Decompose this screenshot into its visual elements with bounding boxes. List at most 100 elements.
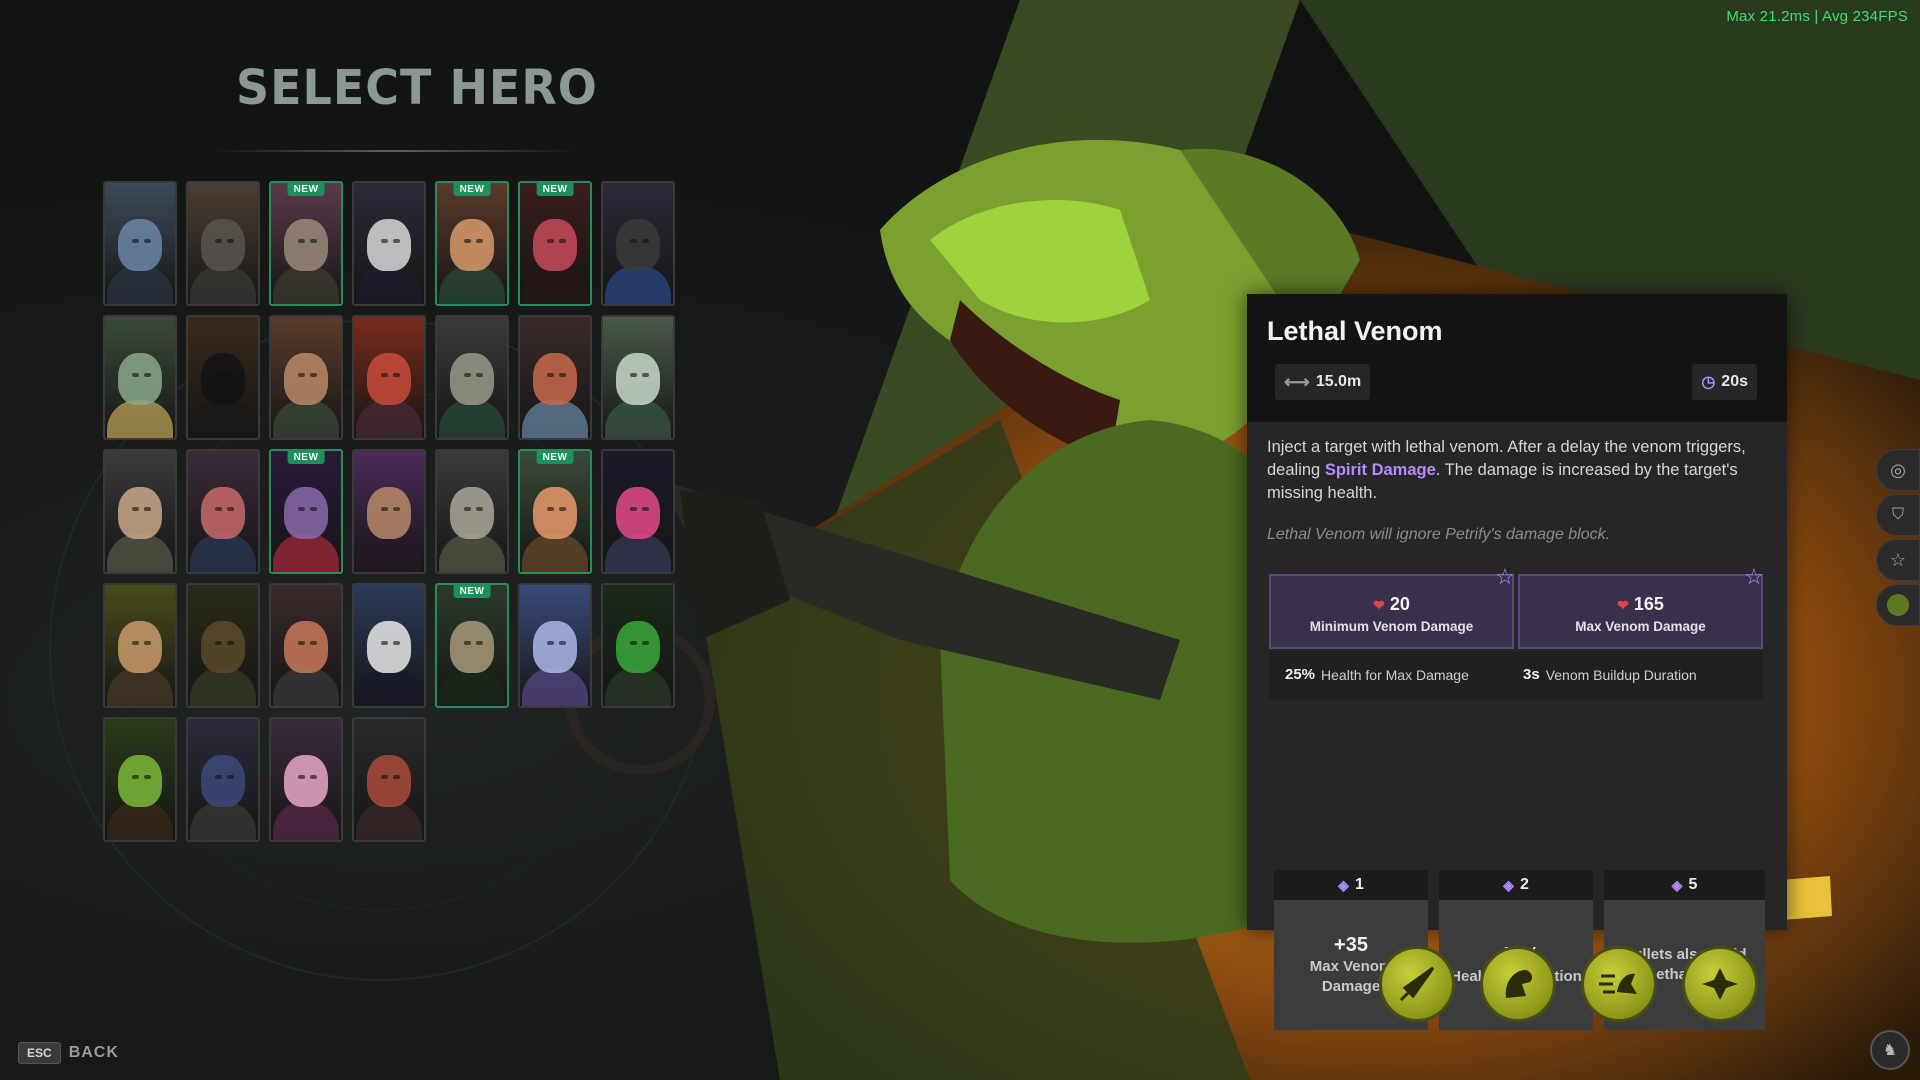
venom-buildup-label: Venom Buildup Duration: [1545, 666, 1697, 683]
hero-eye: [226, 238, 234, 243]
hero-portrait-body: [190, 400, 256, 438]
hero-card[interactable]: [601, 315, 675, 440]
spirit-damage-keyword: Spirit Damage: [1324, 461, 1436, 479]
hero-card[interactable]: NEW: [518, 449, 592, 574]
back-button[interactable]: ESC BACK: [18, 1042, 119, 1064]
fps-counter: Max 21.2ms | Avg 234FPS: [1726, 8, 1908, 25]
venom-buildup-value: 3s: [1523, 666, 1540, 683]
hero-eye: [463, 372, 471, 377]
hero-card[interactable]: [186, 449, 260, 574]
hero-eye: [226, 506, 234, 511]
hero-card[interactable]: [435, 315, 509, 440]
hero-portrait-face: [118, 353, 162, 406]
hero-card[interactable]: NEW: [269, 449, 343, 574]
ability-note: Lethal Venom will ignore Petrify's damag…: [1267, 526, 1611, 543]
hero-card[interactable]: [601, 449, 675, 574]
hero-card[interactable]: [518, 583, 592, 708]
hero-eye: [297, 238, 305, 243]
hero-eye: [641, 372, 649, 377]
ability-3-button[interactable]: [1581, 946, 1657, 1022]
upgrade-tier-number: 1: [1354, 876, 1364, 893]
hero-eye: [143, 774, 151, 779]
ability-2-button[interactable]: [1480, 946, 1556, 1022]
hero-portrait-body: [107, 534, 173, 572]
hero-eye: [546, 640, 554, 645]
hero-card[interactable]: [352, 449, 426, 574]
hero-eye: [475, 640, 483, 645]
hero-portrait-body: [356, 266, 422, 304]
ability-body: Inject a target with lethal venom. After…: [1247, 422, 1787, 1030]
hero-card[interactable]: [186, 717, 260, 842]
hero-card[interactable]: NEW: [435, 181, 509, 306]
hero-card[interactable]: [103, 583, 177, 708]
ability-1-button[interactable]: [1379, 946, 1455, 1022]
hero-eye: [392, 640, 400, 645]
hero-card[interactable]: [186, 315, 260, 440]
side-tab-shield[interactable]: ⛉: [1876, 494, 1920, 536]
hero-card[interactable]: [103, 717, 177, 842]
hero-card[interactable]: NEW: [435, 583, 509, 708]
hero-card[interactable]: [103, 315, 177, 440]
hero-portrait-face: [367, 353, 411, 406]
spirit-star-icon: ☆: [1495, 564, 1515, 589]
hero-portrait-body: [107, 668, 173, 706]
hero-portrait-body: [605, 668, 671, 706]
upgrade-value: +35: [1334, 933, 1368, 956]
hero-card[interactable]: [352, 315, 426, 440]
hero-portrait-face: [367, 487, 411, 540]
page-title: SELECT HERO: [236, 58, 598, 116]
hero-portrait-face: [118, 219, 162, 272]
build-button[interactable]: ♞: [1870, 1030, 1910, 1070]
ability-4-button[interactable]: [1682, 946, 1758, 1022]
ability-header: Lethal Venom ⟷ 15.0m ◷ 20s: [1247, 294, 1787, 422]
hero-portrait-face: [616, 621, 660, 674]
hero-portrait-face: [533, 621, 577, 674]
hero-portrait-face: [284, 353, 328, 406]
hero-portrait-face: [616, 487, 660, 540]
ability-point-icon: ◈: [1671, 876, 1683, 893]
upgrade-tier-number: 2: [1519, 876, 1529, 893]
hero-eye: [641, 640, 649, 645]
max-venom-value: 165: [1633, 594, 1664, 614]
hero-eye: [131, 506, 139, 511]
hero-eye: [131, 640, 139, 645]
side-tab-hero[interactable]: [1876, 584, 1920, 626]
hero-card[interactable]: [601, 181, 675, 306]
hero-eye: [214, 238, 222, 243]
side-tab-star[interactable]: ☆: [1876, 539, 1920, 581]
hero-portrait-body: [522, 668, 588, 706]
hero-card[interactable]: [186, 583, 260, 708]
hero-eye: [629, 506, 637, 511]
hero-card[interactable]: [103, 449, 177, 574]
hero-card[interactable]: NEW: [518, 181, 592, 306]
hero-eye: [143, 372, 151, 377]
hero-portrait-body: [522, 400, 588, 438]
hero-card[interactable]: [352, 583, 426, 708]
hero-card[interactable]: [435, 449, 509, 574]
new-badge: NEW: [453, 585, 491, 598]
hero-card[interactable]: [269, 315, 343, 440]
hero-silhouette-icon: ♞: [1882, 1042, 1898, 1059]
hero-card[interactable]: NEW: [269, 181, 343, 306]
side-tab-target[interactable]: ◎: [1876, 449, 1920, 491]
hero-card[interactable]: [269, 583, 343, 708]
hero-card[interactable]: [352, 717, 426, 842]
range-stat: ⟷ 15.0m: [1275, 364, 1371, 400]
hero-card[interactable]: [352, 181, 426, 306]
hero-card[interactable]: [601, 583, 675, 708]
cooldown-value: 20s: [1721, 373, 1748, 390]
hero-eye: [143, 238, 151, 243]
hero-card[interactable]: [518, 315, 592, 440]
cooldown-stat: ◷ 20s: [1692, 364, 1757, 400]
damage-heart-icon: ❤: [1373, 597, 1385, 613]
hero-eye: [546, 372, 554, 377]
hero-portrait-face: [533, 219, 577, 272]
hero-card[interactable]: [186, 181, 260, 306]
hero-portrait-body: [605, 400, 671, 438]
spirit-star-icon: ☆: [1744, 564, 1764, 589]
hero-card[interactable]: [269, 717, 343, 842]
new-badge: NEW: [536, 183, 574, 196]
hero-portrait-body: [190, 534, 256, 572]
hero-card[interactable]: [103, 181, 177, 306]
hero-portrait-body: [273, 534, 339, 572]
